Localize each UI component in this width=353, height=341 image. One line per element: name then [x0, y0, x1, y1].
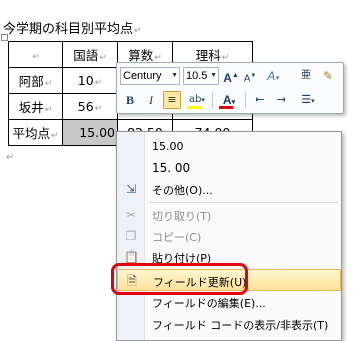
italic-icon[interactable]: I — [142, 91, 160, 109]
highlight-icon[interactable]: ab▾ — [185, 91, 209, 109]
table-cell[interactable]: 平均点↵ — [8, 119, 63, 146]
document-title: 今学期の科目別平均点↵ — [3, 22, 142, 37]
increase-indent-icon[interactable]: ⇥ — [272, 91, 290, 109]
clear-format-icon[interactable]: A▾ — [262, 67, 284, 85]
font-color-icon[interactable]: A▾ — [217, 91, 241, 109]
bullets-icon[interactable]: ☰▾ — [295, 91, 321, 109]
menu-item-format-1[interactable]: 15.00 — [117, 136, 341, 158]
font-size-combo[interactable]: 10.5 ▼ — [183, 67, 219, 85]
table-cell[interactable]: 坂井↵ — [8, 93, 63, 120]
menu-separator — [149, 202, 338, 203]
font-name-combo[interactable]: Century ▼ — [120, 67, 180, 85]
copy-icon: ❐ — [125, 229, 137, 243]
header-cell-japanese[interactable]: 国語↵ — [62, 41, 118, 68]
menu-item-copy[interactable]: ❐ コピー(C) — [117, 225, 341, 247]
table-cell[interactable]: ↵ — [8, 41, 63, 68]
table-move-handle[interactable] — [1, 34, 8, 41]
center-align-icon[interactable]: ≡ — [163, 91, 181, 109]
selected-field-cell[interactable]: 15.00 — [62, 119, 118, 146]
table-cell[interactable]: 56↵ — [62, 93, 118, 120]
scissors-icon: ✂ — [125, 208, 137, 222]
paste-icon: 📋 — [124, 250, 139, 264]
menu-item-more[interactable]: ⇲ その他(O)... — [117, 178, 341, 200]
shrink-font-icon[interactable]: A▼ — [241, 67, 259, 85]
context-menu: 15.00 15. 00 ⇲ その他(O)... ✂ 切り取り(T) ❐ コピー… — [116, 131, 342, 341]
paragraph-mark: ↵ — [6, 152, 15, 163]
menu-item-cut[interactable]: ✂ 切り取り(T) — [117, 204, 341, 226]
mini-toolbar: Century ▼ 10.5 ▼ A▲ A▼ A▾ 亜 ✎ B I ≡ ab▾ A▾… — [116, 62, 344, 114]
phonetic-guide-icon[interactable]: 亜 — [297, 67, 315, 85]
table-cell[interactable]: 10↵ — [62, 67, 118, 94]
insert-icon: ⇲ — [125, 182, 137, 196]
table-cell[interactable]: 阿部↵ — [8, 67, 63, 94]
grow-font-icon[interactable]: A▲ — [222, 67, 240, 85]
bold-icon[interactable]: B — [121, 91, 139, 109]
format-painter-icon[interactable]: ✎ — [319, 67, 337, 85]
menu-item-toggle-field-codes[interactable]: フィールド コードの表示/非表示(T) — [117, 313, 341, 335]
decrease-indent-icon[interactable]: ⇤ — [251, 91, 269, 109]
menu-item-format-2[interactable]: 15. 00 — [117, 157, 341, 179]
highlight-callout — [111, 263, 248, 295]
